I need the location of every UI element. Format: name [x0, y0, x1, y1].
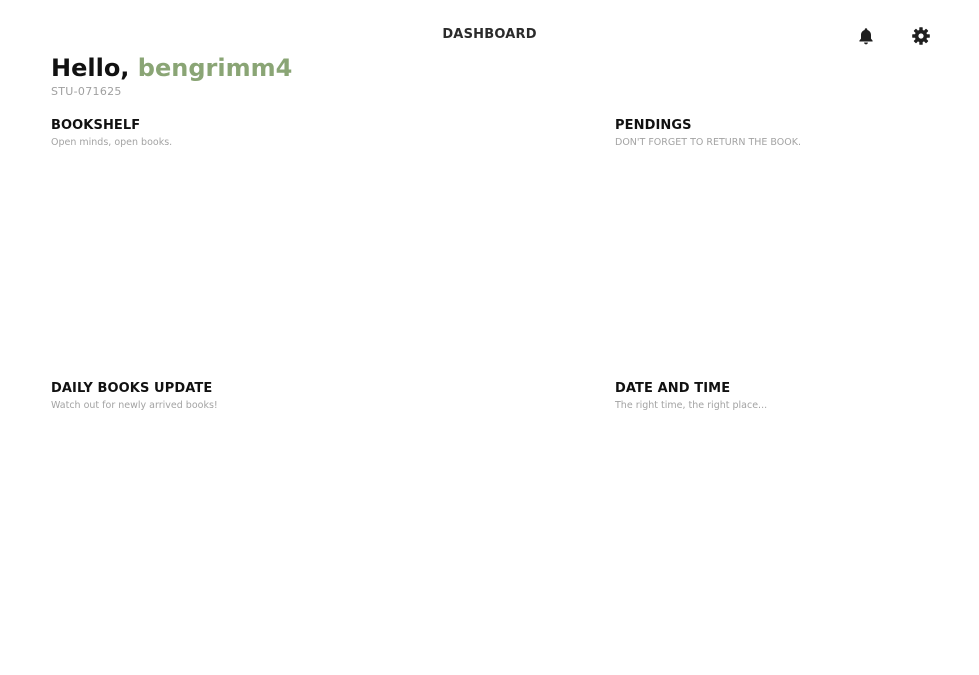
- date-and-time-subtitle: The right time, the right place...: [615, 400, 768, 411]
- bell-icon: [859, 28, 873, 45]
- pendings-subtitle: DON'T FORGET TO RETURN THE BOOK.: [615, 137, 801, 148]
- page-title: DASHBOARD: [442, 27, 537, 42]
- username: bengrimm4: [137, 54, 293, 82]
- bookshelf-subtitle: Open minds, open books.: [51, 137, 173, 148]
- daily-books-update-title: DAILY BOOKS UPDATE: [51, 381, 213, 396]
- pendings-title: PENDINGS: [615, 118, 692, 133]
- bookshelf-section: BOOKSHELF Open minds, open books.: [51, 118, 172, 148]
- dashboard-page: DASHBOARD Hello, bengrimm4 STU-071625 BO…: [0, 0, 979, 675]
- notifications-button[interactable]: [856, 26, 876, 46]
- bookshelf-title: BOOKSHELF: [51, 118, 141, 133]
- date-and-time-section: DATE AND TIME The right time, the right …: [615, 381, 767, 411]
- gear-icon: [912, 27, 930, 45]
- greeting-heading: Hello, bengrimm4: [51, 54, 292, 82]
- date-and-time-title: DATE AND TIME: [615, 381, 731, 396]
- student-id: STU-071625: [51, 85, 122, 98]
- daily-books-update-section: DAILY BOOKS UPDATE Watch out for newly a…: [51, 381, 218, 411]
- greeting-prefix: Hello,: [51, 54, 138, 82]
- pendings-section: PENDINGS DON'T FORGET TO RETURN THE BOOK…: [615, 118, 801, 148]
- settings-button[interactable]: [911, 26, 931, 46]
- daily-books-update-subtitle: Watch out for newly arrived books!: [51, 400, 218, 411]
